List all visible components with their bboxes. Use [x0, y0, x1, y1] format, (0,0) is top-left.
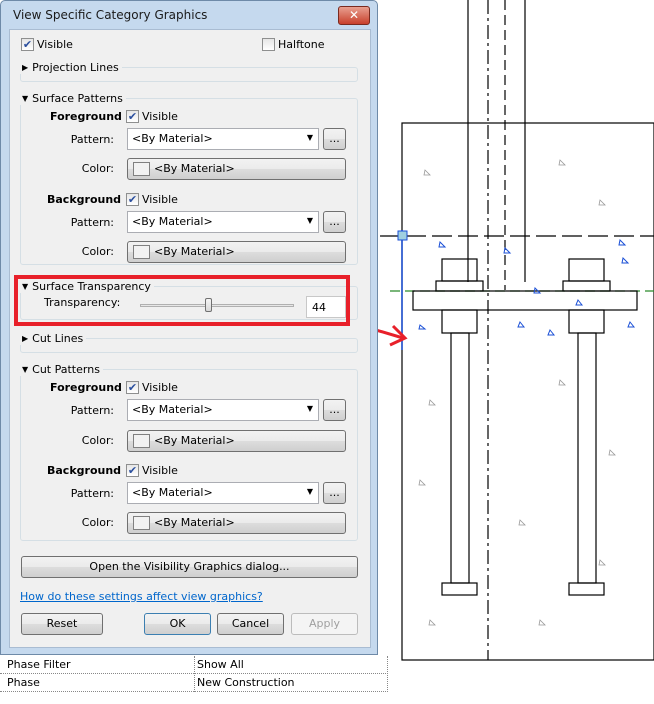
collapse-icon: ▼ [22, 94, 29, 103]
cp-foreground-label: Foreground [50, 381, 122, 394]
halftone-checkbox[interactable] [262, 38, 275, 51]
dropdown-arrow-icon: ▼ [306, 216, 313, 225]
projection-lines-toggle[interactable]: ▶ Projection Lines [20, 61, 122, 74]
sp-background-color-button[interactable]: <By Material> [127, 241, 346, 263]
sp-foreground-visible-label: Visible [142, 110, 178, 123]
property-name: Phase [7, 676, 40, 689]
color-swatch [133, 434, 150, 448]
surface-patterns-toggle[interactable]: ▼ Surface Patterns [20, 92, 126, 105]
expand-icon: ▶ [22, 334, 29, 343]
sp-background-color-label: Color: [81, 245, 114, 258]
cp-background-label: Background [47, 464, 122, 477]
dropdown-arrow-icon: ▼ [306, 487, 313, 496]
property-value: Show All [197, 658, 244, 671]
column-divider [194, 656, 195, 692]
cp-foreground-pattern-browse-button[interactable]: ... [323, 399, 346, 421]
dropdown-arrow-icon: ▼ [306, 133, 313, 142]
dropdown-value: <By Material> [132, 215, 213, 228]
sp-foreground-pattern-dropdown[interactable]: <By Material> ▼ [127, 128, 319, 150]
cut-patterns-label: Cut Patterns [32, 363, 100, 376]
help-link[interactable]: How do these settings affect view graphi… [20, 590, 263, 603]
sp-foreground-visible-checkbox[interactable]: ✔ [126, 110, 139, 123]
color-value: <By Material> [154, 245, 235, 258]
sp-foreground-pattern-label: Pattern: [70, 133, 114, 146]
sp-foreground-color-button[interactable]: <By Material> [127, 158, 346, 180]
cut-lines-label: Cut Lines [32, 332, 84, 345]
cp-foreground-color-button[interactable]: <By Material> [127, 430, 346, 452]
sp-foreground-label: Foreground [50, 110, 122, 123]
cut-patterns-toggle[interactable]: ▼ Cut Patterns [20, 363, 103, 376]
dialog-title: View Specific Category Graphics [13, 8, 208, 22]
surface-patterns-group [20, 98, 358, 265]
open-visibility-graphics-button[interactable]: Open the Visibility Graphics dialog... [21, 556, 358, 578]
apply-button[interactable]: Apply [291, 613, 358, 635]
cp-background-visible-checkbox[interactable]: ✔ [126, 464, 139, 477]
sp-background-pattern-browse-button[interactable]: ... [323, 211, 346, 233]
cp-background-color-button[interactable]: <By Material> [127, 512, 346, 534]
reset-button[interactable]: Reset [21, 613, 103, 635]
sp-background-pattern-dropdown[interactable]: <By Material> ▼ [127, 211, 319, 233]
color-value: <By Material> [154, 516, 235, 529]
color-swatch [133, 245, 150, 259]
cp-foreground-pattern-dropdown[interactable]: <By Material> ▼ [127, 399, 319, 421]
sp-foreground-pattern-browse-button[interactable]: ... [323, 128, 346, 150]
color-swatch [133, 162, 150, 176]
cut-lines-toggle[interactable]: ▶ Cut Lines [20, 332, 87, 345]
cp-foreground-visible-label: Visible [142, 381, 178, 394]
visible-checkbox[interactable]: ✔ [21, 38, 34, 51]
sp-background-pattern-label: Pattern: [70, 216, 114, 229]
cp-foreground-visible-checkbox[interactable]: ✔ [126, 381, 139, 394]
cp-foreground-color-label: Color: [81, 434, 114, 447]
close-button[interactable]: ✕ [338, 6, 370, 25]
cp-background-pattern-label: Pattern: [70, 487, 114, 500]
surface-patterns-label: Surface Patterns [32, 92, 123, 105]
property-name: Phase Filter [7, 658, 71, 671]
sp-background-label: Background [47, 193, 122, 206]
visible-label: Visible [37, 38, 73, 51]
property-value: New Construction [197, 676, 295, 689]
dropdown-value: <By Material> [132, 403, 213, 416]
dropdown-value: <By Material> [132, 132, 213, 145]
expand-icon: ▶ [22, 63, 29, 72]
dropdown-arrow-icon: ▼ [306, 404, 313, 413]
collapse-icon: ▼ [22, 365, 29, 374]
highlight-box [14, 275, 350, 326]
cp-background-color-label: Color: [81, 516, 114, 529]
ok-button[interactable]: OK [144, 613, 211, 635]
sp-background-visible-label: Visible [142, 193, 178, 206]
projection-lines-label: Projection Lines [32, 61, 119, 74]
cp-background-visible-label: Visible [142, 464, 178, 477]
cancel-button[interactable]: Cancel [217, 613, 284, 635]
dropdown-value: <By Material> [132, 486, 213, 499]
cp-foreground-pattern-label: Pattern: [70, 404, 114, 417]
column-divider [387, 656, 388, 692]
halftone-label: Halftone [278, 38, 325, 51]
color-value: <By Material> [154, 162, 235, 175]
color-value: <By Material> [154, 434, 235, 447]
sp-background-visible-checkbox[interactable]: ✔ [126, 193, 139, 206]
color-swatch [133, 516, 150, 530]
sp-foreground-color-label: Color: [81, 162, 114, 175]
cp-background-pattern-dropdown[interactable]: <By Material> ▼ [127, 482, 319, 504]
cp-background-pattern-browse-button[interactable]: ... [323, 482, 346, 504]
